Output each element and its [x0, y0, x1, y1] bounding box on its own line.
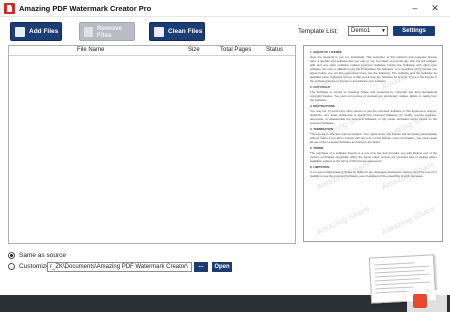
- column-total-pages[interactable]: Total Pages: [220, 47, 251, 53]
- add-files-label: Add Files: [29, 28, 59, 35]
- preview-heading: 2. COPYRIGHT: [310, 85, 331, 89]
- title-bar: Amazing PDF Watermark Creator Pro – ✕: [0, 0, 450, 17]
- preview-paragraph: You may not, (i) permit any other person…: [310, 109, 437, 125]
- chevron-down-icon: ▼: [381, 28, 386, 34]
- open-button[interactable]: Open: [212, 262, 232, 272]
- window-title: Amazing PDF Watermark Creator Pro: [19, 4, 152, 13]
- output-path-input[interactable]: r_ZK\Documents\Amazing PDF Watermark Cre…: [47, 262, 192, 272]
- template-select[interactable]: Demo1 ▼: [348, 26, 388, 36]
- preview-heading: 6. LIMITATION: [310, 165, 330, 169]
- remove-file-icon: [84, 26, 93, 37]
- preview-heading: 4. TERMINATION: [310, 127, 334, 131]
- browse-button[interactable]: ...: [194, 262, 208, 272]
- clean-files-label: Clean Files: [168, 28, 203, 35]
- same-as-source-label: Same as source: [19, 252, 66, 259]
- clean-file-icon: [154, 26, 164, 37]
- preview-heading: 1. GRANT OF LICENSE: [310, 50, 342, 54]
- close-icon[interactable]: ✕: [429, 2, 441, 14]
- column-status[interactable]: Status: [266, 47, 283, 53]
- watermark-preview: 1. GRANT OF LICENSE Here are presents to…: [303, 45, 443, 242]
- minimize-icon[interactable]: –: [409, 2, 421, 14]
- preview-heading: 5. TERMS: [310, 146, 324, 150]
- same-as-source-option[interactable]: Same as source: [8, 252, 66, 259]
- preview-document: 1. GRANT OF LICENSE Here are presents to…: [310, 50, 437, 238]
- customize-label: Customize: [19, 263, 50, 270]
- app-logo-icon: [4, 3, 15, 14]
- preview-paragraph: In no event shall Amazing Share be liabl…: [310, 170, 437, 178]
- clean-files-button[interactable]: Clean Files: [149, 22, 205, 41]
- add-files-button[interactable]: Add Files: [10, 22, 62, 41]
- template-list-label: Template List:: [298, 28, 339, 35]
- file-list-table[interactable]: File Name Size Total Pages Status: [8, 45, 296, 244]
- same-as-source-radio[interactable]: [8, 252, 15, 259]
- remove-files-label: Remove Files: [96, 24, 123, 39]
- preview-paragraph: This license is effective until terminat…: [310, 132, 437, 144]
- corner-logo-icon: [407, 290, 447, 312]
- add-file-icon: [15, 26, 25, 37]
- file-list-header: File Name Size Total Pages Status: [9, 46, 295, 56]
- preview-paragraph: Here are presents to you (i.e. individua…: [310, 55, 437, 83]
- preview-paragraph: The Software is owned or Amazing Share a…: [310, 90, 437, 102]
- template-select-value: Demo1: [351, 28, 371, 34]
- remove-files-button[interactable]: Remove Files: [79, 22, 135, 41]
- settings-button[interactable]: Settings: [393, 26, 435, 36]
- customize-option[interactable]: Customize: [8, 263, 50, 270]
- column-file-name[interactable]: File Name: [77, 47, 104, 53]
- preview-paragraph: The purchase of a software license is a …: [310, 151, 437, 163]
- preview-heading: 3. RESTRICTIONS: [310, 104, 335, 108]
- column-size[interactable]: Size: [188, 47, 200, 53]
- customize-radio[interactable]: [8, 263, 15, 270]
